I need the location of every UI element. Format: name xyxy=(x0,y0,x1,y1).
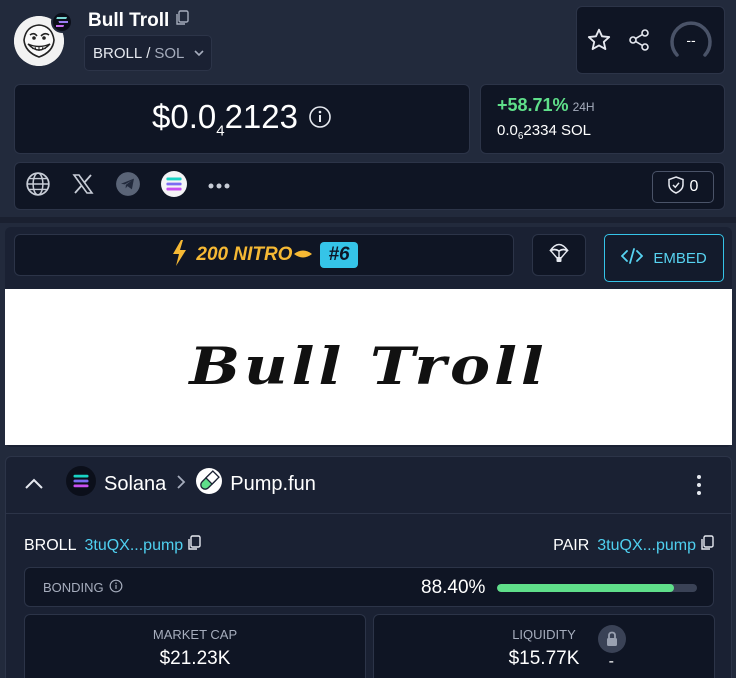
rocket-icon xyxy=(294,246,313,264)
bonding-progress-fill xyxy=(497,584,674,592)
pair-address-link[interactable]: 3tuQX...pump xyxy=(597,537,696,555)
copy-token-address-icon[interactable] xyxy=(187,535,201,556)
nitro-amount: 200 NITRO xyxy=(196,244,293,265)
social-links-bar: 0 xyxy=(14,162,725,210)
liquidity-value: $15.77K xyxy=(508,648,580,669)
code-icon xyxy=(621,247,644,269)
score-gauge[interactable]: -- xyxy=(669,19,713,63)
header-actions: -- xyxy=(576,6,725,74)
price-usd-panel: $0.042123 xyxy=(14,84,470,154)
security-audit-button[interactable]: 0 xyxy=(652,171,714,203)
x-icon[interactable] xyxy=(71,172,95,201)
breadcrumb-separator-icon xyxy=(176,473,186,496)
solana-chain-icon xyxy=(51,11,73,33)
star-icon[interactable] xyxy=(586,27,612,58)
globe-icon[interactable] xyxy=(25,171,51,202)
info-divider xyxy=(5,513,732,514)
chevron-up-icon[interactable] xyxy=(24,473,44,496)
bonding-curve-panel: BONDING 88.40% xyxy=(24,567,714,607)
lock-icon[interactable] xyxy=(598,625,626,653)
liquidity-locked-value: - xyxy=(608,653,614,670)
more-options-icon[interactable] xyxy=(692,472,706,498)
solana-icon[interactable] xyxy=(161,170,187,202)
change-24h: +58.71% 24H xyxy=(497,95,595,115)
breadcrumb: Solana Pump.fun xyxy=(24,466,316,502)
liquidity-panel: LIQUIDITY $15.77K - xyxy=(373,614,715,678)
token-name: Bull Troll xyxy=(88,10,189,32)
token-address-link[interactable]: 3tuQX...pump xyxy=(84,537,183,555)
chevron-down-icon xyxy=(193,46,205,63)
score-value: -- xyxy=(686,32,696,48)
token-address-row: BROLL 3tuQX...pump xyxy=(24,535,201,556)
banner-logo-text: Bull Troll xyxy=(189,337,548,397)
airdrop-button[interactable] xyxy=(532,234,586,276)
pair-selector[interactable]: BROLL / SOL xyxy=(84,35,212,71)
boost-rank-badge: #6 xyxy=(320,242,358,268)
price-sol: 0.062334 SOL xyxy=(497,122,591,142)
bonding-progress-bar xyxy=(497,584,697,592)
bonding-percent: 88.40% xyxy=(421,577,486,598)
chain-name[interactable]: Solana xyxy=(104,473,166,496)
price-change-panel: +58.71% 24H 0.062334 SOL xyxy=(480,84,725,154)
market-cap-panel: MARKET CAP $21.23K xyxy=(24,614,366,678)
copy-pair-address-icon[interactable] xyxy=(700,535,714,556)
share-icon[interactable] xyxy=(627,28,651,57)
copy-icon[interactable] xyxy=(175,10,189,32)
dex-name[interactable]: Pump.fun xyxy=(230,473,316,496)
embed-button[interactable]: EMBED xyxy=(604,234,724,282)
parachute-icon xyxy=(549,242,569,269)
price-usd: $0.042123 xyxy=(152,98,298,140)
pumpfun-logo-icon xyxy=(196,468,223,500)
shield-check-icon xyxy=(667,175,684,199)
more-icon[interactable] xyxy=(207,177,231,195)
lightning-icon xyxy=(170,239,188,272)
telegram-icon[interactable] xyxy=(115,171,141,202)
pair-address-row: PAIR 3tuQX...pump xyxy=(553,535,714,556)
nitro-boost-button[interactable]: 200 NITRO #6 xyxy=(14,234,514,276)
info-icon[interactable] xyxy=(308,105,332,134)
bonding-info-icon[interactable] xyxy=(109,579,123,596)
solana-chain-logo-icon xyxy=(66,466,96,502)
section-divider xyxy=(0,217,736,223)
market-cap-value: $21.23K xyxy=(159,648,231,669)
token-banner: Bull Troll xyxy=(5,289,732,445)
